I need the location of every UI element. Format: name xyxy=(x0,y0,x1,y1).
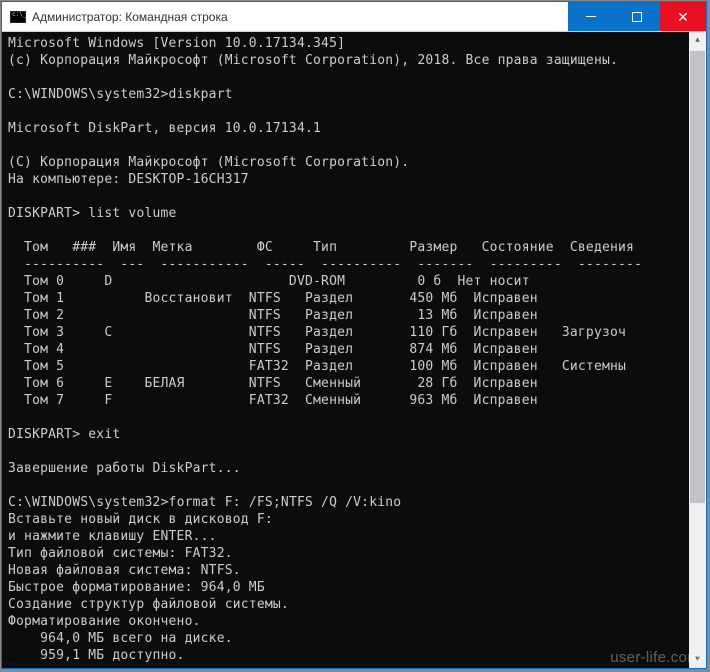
scroll-track[interactable] xyxy=(689,49,706,651)
table-row: Том 1 Восстановит NTFS Раздел 450 Мб Исп… xyxy=(8,291,538,306)
format-line: 959,1 МБ доступно. xyxy=(8,648,185,663)
format-line: и нажмите клавишу ENTER... xyxy=(8,529,217,544)
table-row: Том 5 FAT32 Раздел 100 Мб Исправен Систе… xyxy=(8,359,626,374)
client-area: Microsoft Windows [Version 10.0.17134.34… xyxy=(2,32,706,668)
diskpart-exit-msg: Завершение работы DiskPart... xyxy=(8,461,241,476)
prompt-path: C:\WINDOWS\system32> xyxy=(8,495,169,510)
scroll-up-button[interactable]: ▲ xyxy=(689,32,706,49)
cmd-diskpart: diskpart xyxy=(169,87,233,102)
diskpart-version: Microsoft DiskPart, версия 10.0.17134.1 xyxy=(8,121,321,136)
table-row: Том 7 F FAT32 Сменный 963 Мб Исправен xyxy=(8,393,538,408)
cmd-format: format F: /FS;NTFS /Q /V:kino xyxy=(169,495,402,510)
minimize-button[interactable] xyxy=(568,2,614,31)
table-header: Том ### Имя Метка ФС Тип Размер Состояни… xyxy=(8,240,634,255)
command-prompt-window: Администратор: Командная строка ✕ Micros… xyxy=(1,1,707,669)
scroll-down-button[interactable]: ▼ xyxy=(689,651,706,668)
table-row: Том 0 D DVD-ROM 0 б Нет носит xyxy=(8,274,530,289)
format-line: 964,0 МБ всего на диске. xyxy=(8,631,233,646)
format-line: Создание структур файловой системы. xyxy=(8,597,289,612)
diskpart-computer: На компьютере: DESKTOP-16CH317 xyxy=(8,172,249,187)
format-line: Тип файловой системы: FAT32. xyxy=(8,546,233,561)
cmd-exit: exit xyxy=(88,427,120,442)
table-separator: ---------- --- ----------- ----- -------… xyxy=(8,257,642,272)
cmd-list-volume: list volume xyxy=(88,206,176,221)
diskpart-copyright: (C) Корпорация Майкрософт (Microsoft Cor… xyxy=(8,155,409,170)
terminal-output[interactable]: Microsoft Windows [Version 10.0.17134.34… xyxy=(2,32,689,668)
arrow-down-icon: ▼ xyxy=(695,655,700,664)
os-version: Microsoft Windows [Version 10.0.17134.34… xyxy=(8,36,345,51)
close-icon: ✕ xyxy=(677,10,689,24)
table-row: Том 2 NTFS Раздел 13 Мб Исправен xyxy=(8,308,538,323)
diskpart-prompt: DISKPART> xyxy=(8,427,80,442)
format-line: Новая файловая система: NTFS. xyxy=(8,563,241,578)
window-title: Администратор: Командная строка xyxy=(32,10,568,24)
table-row: Том 3 C NTFS Раздел 110 Гб Исправен Загр… xyxy=(8,325,626,340)
diskpart-prompt: DISKPART> xyxy=(8,206,80,221)
titlebar[interactable]: Администратор: Командная строка ✕ xyxy=(2,2,706,32)
minimize-icon xyxy=(586,16,596,17)
prompt-path: C:\WINDOWS\system32> xyxy=(8,87,169,102)
scroll-thumb[interactable] xyxy=(690,51,705,503)
cmd-icon xyxy=(10,11,26,23)
copyright: (c) Корпорация Майкрософт (Microsoft Cor… xyxy=(8,53,618,68)
table-row: Том 6 E БЕЛАЯ NTFS Сменный 28 Гб Исправе… xyxy=(8,376,538,391)
maximize-button[interactable] xyxy=(614,2,660,31)
arrow-up-icon: ▲ xyxy=(695,36,700,45)
format-line: Форматирование окончено. xyxy=(8,614,201,629)
window-controls: ✕ xyxy=(568,2,706,31)
maximize-icon xyxy=(632,12,642,22)
format-line: Быстрое форматирование: 964,0 МБ xyxy=(8,580,265,595)
format-line: Вставьте новый диск в дисковод F: xyxy=(8,512,273,527)
vertical-scrollbar[interactable]: ▲ ▼ xyxy=(689,32,706,668)
close-button[interactable]: ✕ xyxy=(660,2,706,31)
table-row: Том 4 NTFS Раздел 874 Мб Исправен xyxy=(8,342,538,357)
